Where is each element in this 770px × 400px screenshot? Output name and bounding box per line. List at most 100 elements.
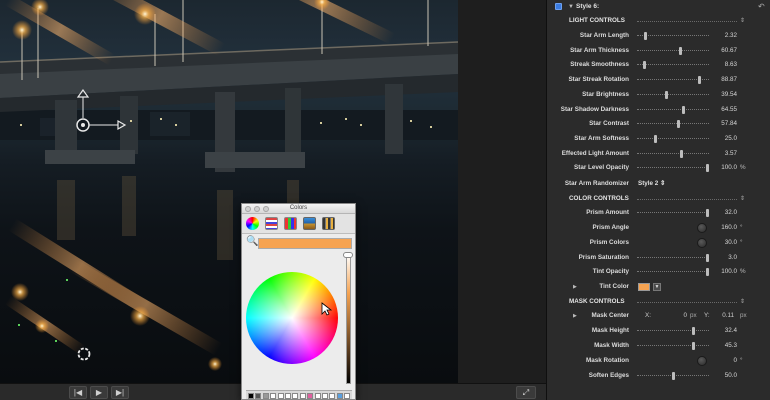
palette-swatch[interactable] [248, 393, 254, 399]
slider-thumb[interactable] [679, 46, 683, 55]
selected-color-swatch[interactable] [258, 238, 352, 249]
param-value[interactable]: 100.0 [721, 161, 737, 175]
slider-track[interactable] [637, 345, 709, 347]
slider-thumb[interactable] [664, 90, 668, 99]
section-popup-icon[interactable]: ⇕ [740, 295, 745, 309]
slider-track[interactable] [637, 212, 709, 214]
param-value[interactable]: 8.63 [725, 58, 737, 72]
palette-swatch[interactable] [292, 393, 299, 399]
palette-swatch[interactable] [270, 393, 277, 399]
param-value[interactable]: 45.3 [725, 339, 737, 353]
reset-icon[interactable]: ↶ [758, 2, 765, 12]
brightness-slider-knob[interactable] [343, 252, 353, 258]
slider-thumb[interactable] [706, 268, 709, 276]
tint-color-swatch[interactable] [638, 283, 650, 291]
slider-thumb[interactable] [706, 164, 709, 173]
color-preview-row: 🔍 [242, 234, 355, 252]
palette-swatch[interactable] [314, 393, 321, 399]
slider-track[interactable] [637, 152, 709, 155]
param-value[interactable]: 3.0 [728, 251, 737, 265]
rotation-handle[interactable] [77, 347, 91, 361]
next-frame-button[interactable]: ▶| [111, 386, 129, 399]
palette-swatch[interactable] [299, 393, 306, 399]
slider-track[interactable] [637, 108, 709, 111]
slider-track[interactable] [637, 167, 709, 169]
param-value[interactable]: 60.67 [721, 44, 737, 58]
slider-track[interactable] [637, 35, 709, 37]
play-button[interactable]: ▶ [90, 386, 108, 399]
color-wheel-icon[interactable] [246, 217, 259, 230]
brightness-slider[interactable] [346, 254, 351, 384]
palette-swatch[interactable] [336, 393, 343, 399]
slider-thumb[interactable] [706, 254, 709, 262]
palette-swatch[interactable] [344, 393, 351, 399]
randomizer-popup[interactable]: Style 2 ⇕ [638, 177, 665, 191]
param-value[interactable]: 0 [733, 354, 737, 368]
angle-dial[interactable] [697, 356, 707, 366]
param-value[interactable]: 57.84 [721, 117, 737, 131]
palette-swatch[interactable] [255, 393, 262, 399]
disclosure-triangle-icon[interactable]: ▶ [573, 309, 577, 323]
palette-swatch[interactable] [262, 393, 269, 399]
video-viewer[interactable] [0, 0, 458, 383]
angle-dial[interactable] [697, 223, 707, 233]
y-value[interactable]: 0.11 [710, 309, 734, 323]
palette-swatch[interactable] [307, 393, 314, 399]
param-value[interactable]: 64.55 [721, 103, 737, 117]
section-popup-icon[interactable]: ⇕ [740, 192, 745, 206]
disclosure-triangle-icon[interactable]: ▼ [568, 2, 574, 12]
slider-thumb[interactable] [692, 327, 696, 335]
angle-dial[interactable] [697, 238, 707, 248]
palette-swatch[interactable] [285, 393, 291, 399]
effect-enable-checkbox[interactable] [555, 3, 562, 10]
pencils-icon[interactable] [322, 217, 335, 230]
color-wheel[interactable] [242, 264, 356, 400]
magnifier-icon[interactable]: 🔍 [246, 237, 258, 247]
colors-titlebar[interactable]: Colors [242, 204, 355, 214]
mask-center-handle[interactable] [76, 88, 127, 132]
slider-thumb[interactable] [698, 76, 702, 85]
param-value[interactable]: 25.0 [725, 132, 737, 146]
param-value[interactable]: 32.0 [725, 206, 737, 220]
param-value[interactable]: 2.32 [725, 29, 737, 43]
slider-track[interactable] [637, 257, 709, 259]
fullscreen-button[interactable]: ⤢ [516, 386, 536, 399]
palette-swatch[interactable] [329, 393, 336, 399]
param-value[interactable]: 100.0 [721, 265, 737, 279]
slider-track[interactable] [637, 64, 709, 66]
slider-track[interactable] [637, 49, 709, 52]
slider-thumb[interactable] [654, 134, 658, 143]
swatch-palette[interactable] [246, 390, 352, 399]
disclosure-triangle-icon[interactable]: ▶ [573, 280, 577, 294]
slider-thumb[interactable] [643, 32, 647, 40]
param-value[interactable]: 3.57 [725, 147, 737, 161]
param-value[interactable]: 160.0 [721, 221, 737, 235]
slider-track[interactable] [637, 137, 709, 140]
image-palettes-icon[interactable] [303, 217, 316, 230]
slider-thumb[interactable] [671, 372, 675, 380]
section-mask-controls: MASK CONTROLS ⇕ [547, 295, 770, 309]
slider-track[interactable] [637, 123, 709, 125]
previous-frame-button[interactable]: |◀ [69, 386, 87, 399]
tint-color-dropdown[interactable]: ▼ [653, 283, 661, 291]
slider-track[interactable] [637, 271, 709, 273]
section-popup-icon[interactable]: ⇕ [740, 14, 745, 28]
slider-thumb[interactable] [706, 209, 709, 217]
palette-swatch[interactable] [322, 393, 328, 399]
param-value[interactable]: 30.0 [725, 236, 737, 250]
slider-thumb[interactable] [677, 120, 681, 129]
slider-track[interactable] [637, 93, 709, 96]
slider-thumb[interactable] [681, 105, 685, 114]
param-value[interactable]: 39.54 [721, 88, 737, 102]
param-value[interactable]: 32.4 [725, 324, 737, 338]
colors-window[interactable]: Colors 🔍 [241, 203, 356, 400]
slider-thumb[interactable] [643, 61, 647, 70]
color-sliders-icon[interactable] [265, 217, 278, 230]
slider-track[interactable] [637, 330, 709, 332]
color-palettes-icon[interactable] [284, 217, 297, 230]
x-value[interactable]: 0 [667, 309, 687, 323]
param-value[interactable]: 88.87 [721, 73, 737, 87]
param-value[interactable]: 50.0 [725, 369, 737, 383]
palette-swatch[interactable] [277, 393, 284, 399]
slider-thumb[interactable] [692, 342, 696, 350]
